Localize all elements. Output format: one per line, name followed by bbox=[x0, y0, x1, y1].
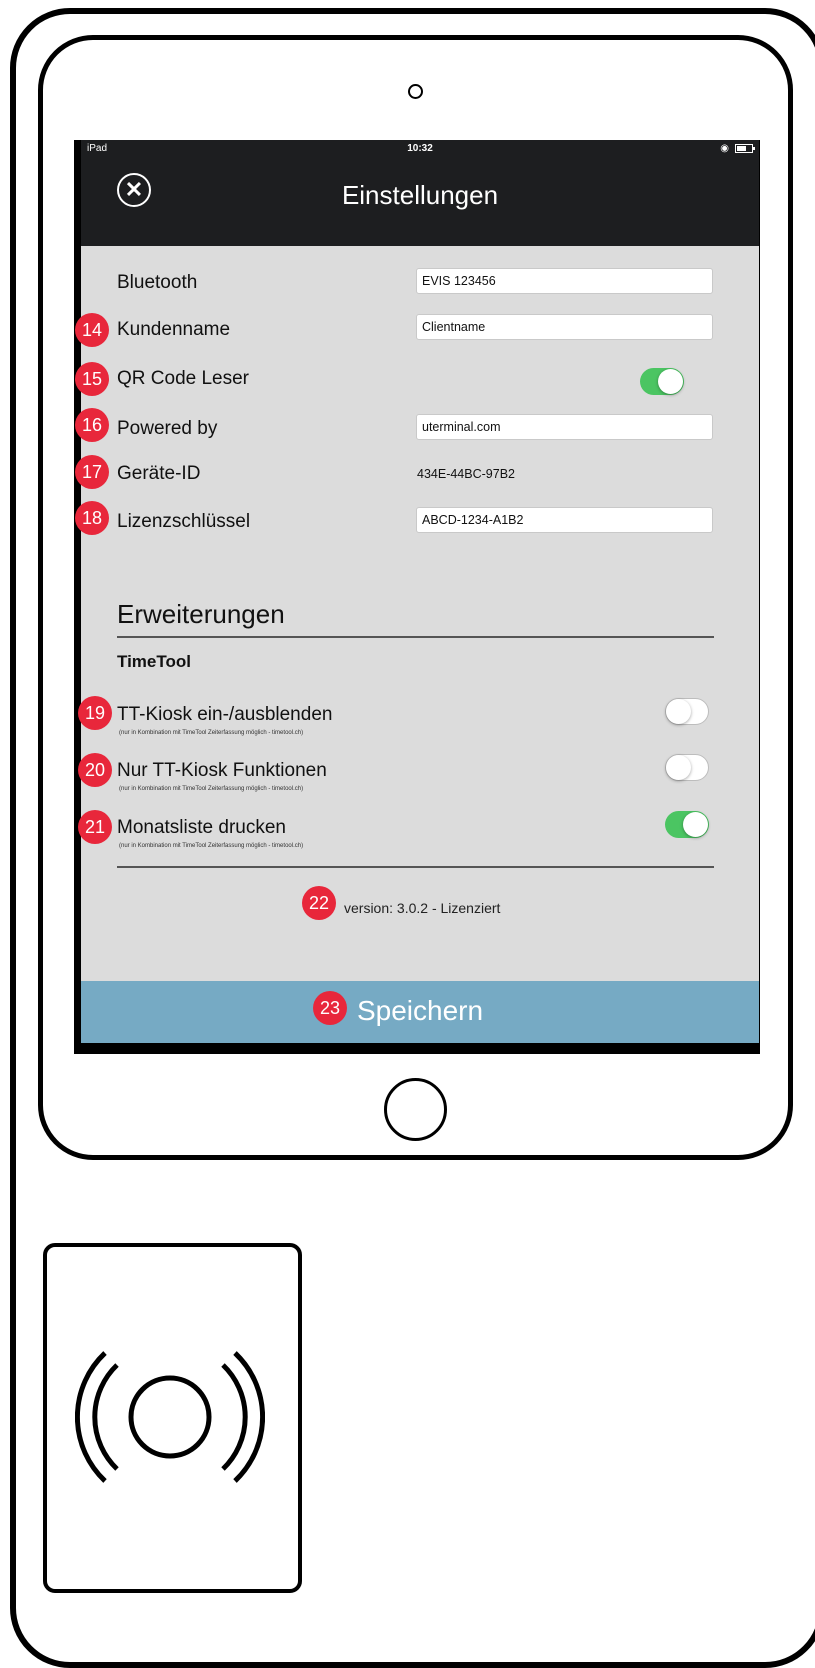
bluetooth-label: Bluetooth bbox=[117, 272, 198, 293]
home-button[interactable] bbox=[384, 1078, 447, 1141]
toggle-knob bbox=[683, 812, 708, 837]
annotation-badge: 14 bbox=[75, 313, 109, 347]
option-monthly-list-label: Monatsliste drucken bbox=[117, 817, 286, 838]
annotation-badge: 20 bbox=[78, 753, 112, 787]
toggle-knob bbox=[666, 699, 691, 724]
license-key-field[interactable]: ABCD-1234-A1B2 bbox=[416, 507, 713, 533]
option-tt-kiosk-label: TT-Kiosk ein-/ausblenden bbox=[117, 704, 333, 725]
powered-by-field[interactable]: uterminal.com bbox=[416, 414, 713, 440]
battery-icon bbox=[735, 144, 755, 153]
save-button[interactable]: Speichern bbox=[81, 981, 759, 1043]
nfc-icon bbox=[75, 1351, 265, 1483]
option-note: (nur in Kombination mit TimeTool Zeiterf… bbox=[119, 843, 304, 849]
timetool-subsection: TimeTool bbox=[117, 652, 191, 671]
only-kiosk-toggle[interactable] bbox=[665, 754, 709, 781]
camera-icon bbox=[408, 84, 423, 99]
annotation-badge: 23 bbox=[313, 991, 347, 1025]
tt-kiosk-toggle[interactable] bbox=[665, 698, 709, 725]
settings-panel: Bluetooth EVIS 123456 Kundenname Clientn… bbox=[81, 246, 759, 981]
qr-reader-label: QR Code Leser bbox=[117, 368, 250, 389]
rotation-lock-icon: ◉ bbox=[720, 143, 729, 154]
license-key-label: Lizenzschlüssel bbox=[117, 511, 251, 532]
device-id-label: Geräte-ID bbox=[117, 463, 201, 484]
option-note: (nur in Kombination mit TimeTool Zeiterf… bbox=[119, 786, 304, 792]
annotation-badge: 18 bbox=[75, 501, 109, 535]
annotation-badge: 17 bbox=[75, 455, 109, 489]
version-text: version: 3.0.2 - Lizenziert bbox=[344, 900, 501, 916]
qr-reader-toggle[interactable] bbox=[640, 368, 684, 395]
status-time: 10:32 bbox=[407, 143, 433, 154]
extensions-title: Erweiterungen bbox=[117, 599, 285, 629]
device-id-value: 434E-44BC-97B2 bbox=[417, 467, 515, 481]
annotation-badge: 15 bbox=[75, 362, 109, 396]
customer-name-field[interactable]: Clientname bbox=[416, 314, 713, 340]
status-bar: iPad 10:32 ◉ bbox=[81, 140, 759, 158]
customer-name-label: Kundenname bbox=[117, 319, 231, 340]
bottom-divider bbox=[117, 866, 714, 868]
app-header: ✕ Einstellungen bbox=[81, 158, 759, 246]
monthly-list-toggle[interactable] bbox=[665, 811, 709, 838]
page-title: Einstellungen bbox=[341, 180, 499, 210]
option-note: (nur in Kombination mit TimeTool Zeiterf… bbox=[119, 730, 304, 736]
section-divider bbox=[117, 636, 714, 638]
annotation-badge: 21 bbox=[78, 810, 112, 844]
powered-by-label: Powered by bbox=[117, 418, 218, 439]
toggle-knob bbox=[666, 755, 691, 780]
save-button-label: Speichern bbox=[356, 995, 484, 1026]
annotation-badge: 19 bbox=[78, 696, 112, 730]
status-icons: ◉ bbox=[720, 143, 755, 154]
bluetooth-field[interactable]: EVIS 123456 bbox=[416, 268, 713, 294]
toggle-knob bbox=[658, 369, 683, 394]
annotation-badge: 22 bbox=[302, 886, 336, 920]
annotation-badge: 16 bbox=[75, 408, 109, 442]
option-only-kiosk-label: Nur TT-Kiosk Funktionen bbox=[117, 760, 327, 781]
